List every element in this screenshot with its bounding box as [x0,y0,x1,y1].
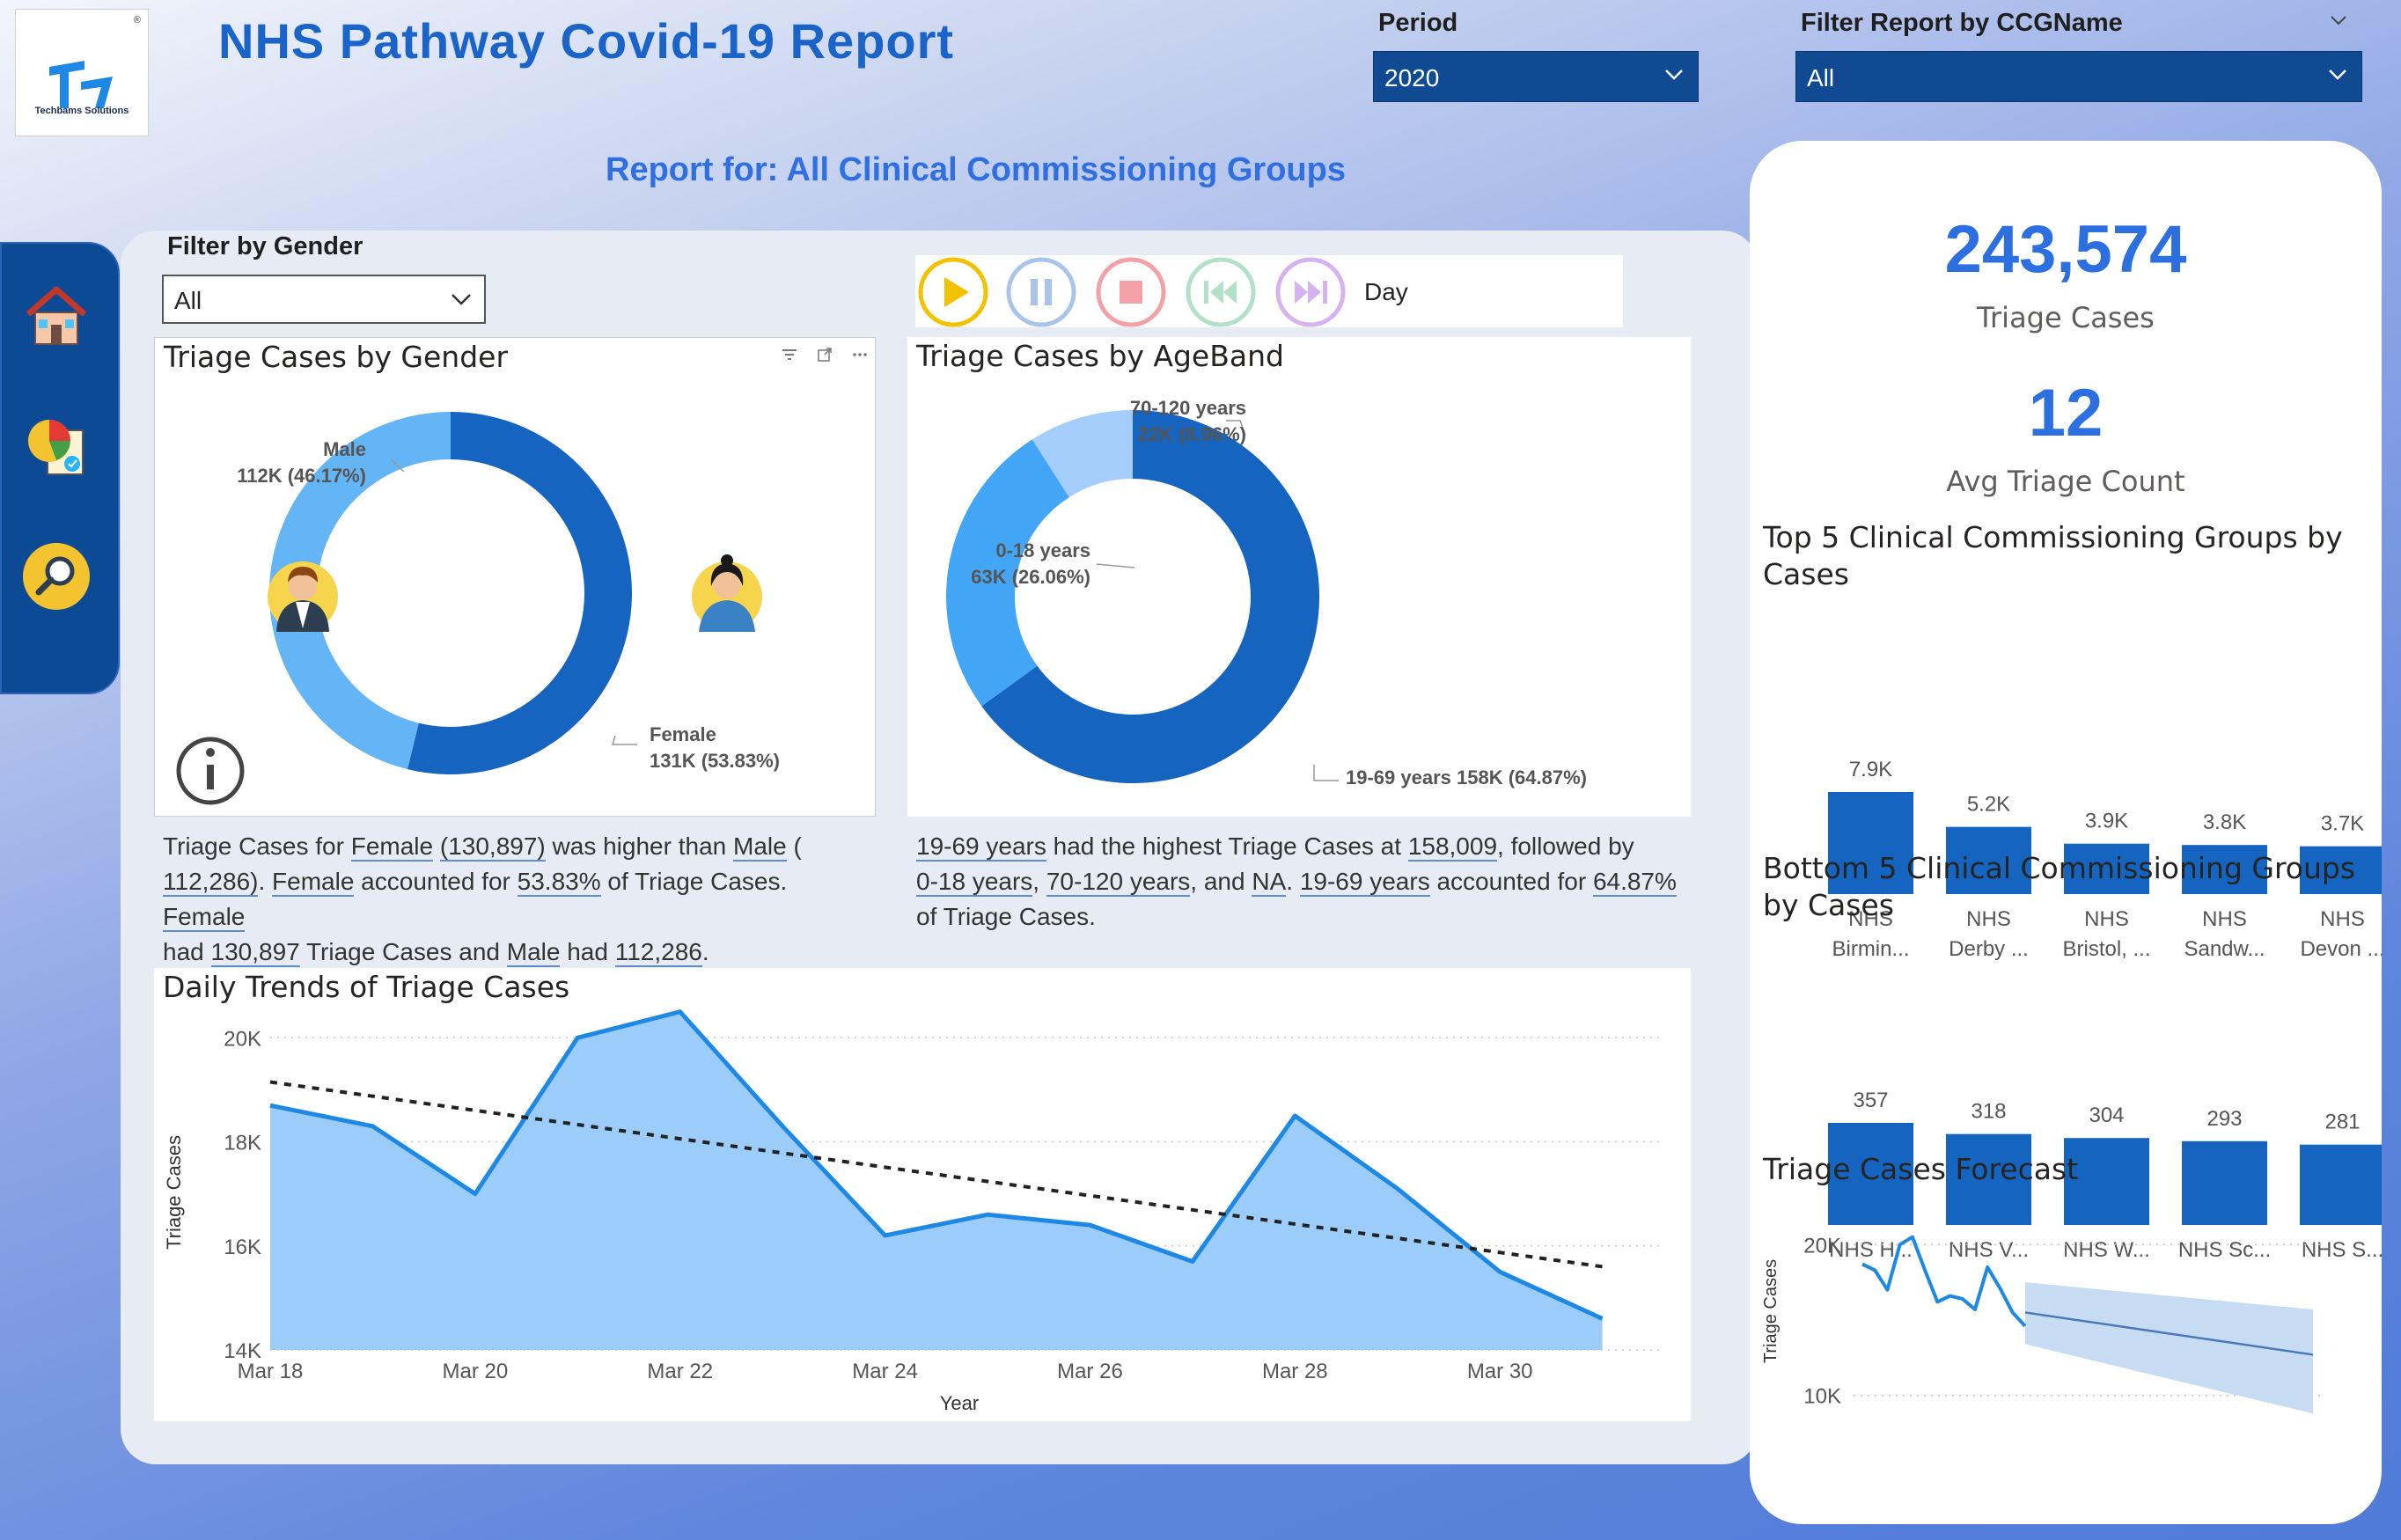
ageband-0-label: 0-18 years 63K (26.06%) [971,539,1090,588]
play-axis-field: Day [1364,278,1408,305]
bar-value-label: 357 [1853,1089,1888,1112]
series-line [1861,1235,2027,1328]
male-avatar [268,561,338,632]
info-icon[interactable] [176,737,245,805]
bar-value-label: 318 [1971,1100,2006,1124]
x-tick-label: Mar 22 [647,1360,713,1383]
top5-chart-title: Top 5 Clinical Commissioning Groups by Ca… [1763,520,2343,591]
ageband-smart-narrative: 19-69 years had the highest Triage Cases… [916,832,1677,930]
x-tick-label: Mar 20 [443,1360,509,1383]
report-subtitle: Report for: All Clinical Commissioning G… [606,151,1346,188]
x-tick-label: Mar 18 [238,1360,304,1383]
nav-home-button[interactable] [21,281,92,351]
bar-value-label: 3.7K [2321,812,2364,836]
play-icon[interactable] [917,256,989,328]
gender-smart-narrative: Triage Cases for Female (130,897) was hi… [163,832,802,967]
collapse-chevron-icon[interactable] [2329,12,2348,28]
period-label: Period [1378,9,1458,37]
avg-triage-kpi-label: Avg Triage Count [1946,465,2185,498]
y-tick-label: 16K [224,1236,261,1259]
daily-trend-card: Daily Trends of Triage Cases 14K 16K 18K 20… [154,968,1691,1421]
forecast-chart: 10K20KMar 18Apr 10Triage Cases [1761,1234,2322,1414]
ccg-filter-label: Filter Report by CCGName [1801,9,2123,37]
female-avatar [692,554,762,632]
next-icon[interactable] [1274,256,1347,328]
x-tick-label: Mar 24 [852,1360,918,1383]
pause-icon[interactable] [1005,256,1077,328]
triage-cases-kpi: 243,574 [1944,212,2187,287]
y-axis-title: Triage Cases [163,1135,185,1250]
chevron-down-icon [452,294,471,305]
female-data-label: Female 131K (53.83%) [650,723,780,772]
bar-value-label: 304 [2089,1104,2124,1127]
chevron-down-icon [2329,70,2346,80]
x-tick-label: Mar 28 [1262,1360,1328,1383]
bottom5-chart-title: Bottom 5 Clinical Commissioning Groups by… [1763,851,2356,922]
gender-filter-label: Filter by Gender [167,232,363,260]
play-axis: Day [915,255,1623,327]
male-data-label: Male 112K (46.17%) [237,438,366,487]
ageband-19-label: 19-69 years 158K (64.87%) [1346,766,1587,788]
gender-chart-card: Triage Cases by Gender Male 112K (46.17%… [154,337,876,817]
y-tick-label: 10K [1803,1385,1841,1409]
bar-value-label: 281 [2324,1111,2360,1134]
bar-value-label: 3.9K [2085,810,2128,833]
period-dropdown[interactable]: 2020 [1373,51,1699,102]
y-tick-label: 20K [224,1027,261,1051]
triage-cases-kpi-label: Triage Cases [1977,301,2155,334]
side-navigation [0,242,120,694]
nav-report-button[interactable] [21,411,92,481]
bar-value-label: 293 [2206,1107,2242,1131]
previous-icon[interactable] [1185,256,1257,328]
ccg-dropdown[interactable]: All [1795,51,2362,102]
stop-icon[interactable] [1095,256,1167,328]
avg-triage-kpi: 12 [2028,376,2104,451]
x-tick-label: Mar 26 [1057,1360,1123,1383]
report-chart-icon [28,420,84,475]
chevron-down-icon [1665,70,1683,80]
y-tick-label: 20K [1803,1234,1841,1258]
x-tick-label: Mar 30 [1467,1360,1533,1383]
y-tick-label: 18K [224,1132,261,1155]
logo-mark-icon [49,61,113,108]
page-title: NHS Pathway Covid-19 Report [218,13,955,69]
kpi-side-panel: 243,574 Triage Cases 12 Avg Triage Count… [1750,141,2382,1524]
donut-slice-female [407,412,632,774]
nav-search-button[interactable] [21,541,92,612]
bar-value-label: 7.9K [1849,758,1892,781]
gender-dropdown[interactable]: All [162,275,486,324]
bar-value-label: 3.8K [2203,810,2246,834]
area-fill [270,1011,1603,1350]
forecast-chart-title: Triage Cases Forecast [1763,1152,2079,1186]
ageband-70-label: 70-120 years 22K (8.96%) [1129,397,1246,445]
y-axis-title: Triage Cases [1761,1259,1781,1363]
x-axis-title: Year [940,1392,979,1414]
daily-trend-chart: 14K16K18K20KMar 18 Mar 20 Mar 22 Mar 24 Mar … [163,1009,1661,1414]
company-logo: ® Techbams Solutions [15,9,149,136]
search-magnifier-icon [23,543,90,610]
ageband-chart-card: Triage Cases by AgeBand 70-120 years 22K… [907,337,1691,817]
home-icon [26,286,87,345]
bar-value-label: 5.2K [1967,793,2010,817]
